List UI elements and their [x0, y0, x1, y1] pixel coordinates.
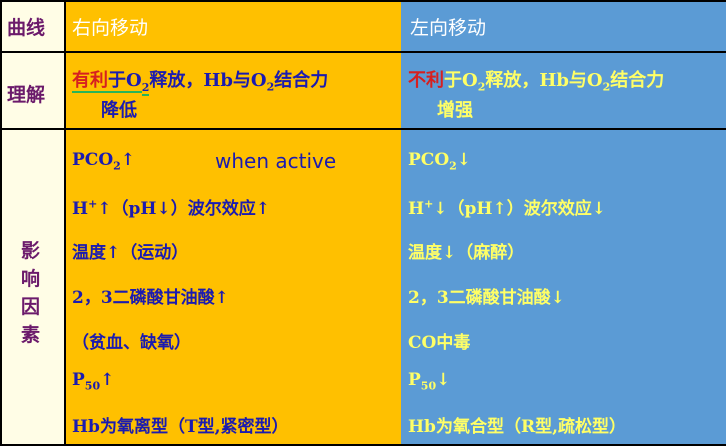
understanding-left-c: 结合力: [610, 70, 665, 91]
understanding-left-b: 释放，Hb与O: [485, 70, 603, 91]
right-pco2: PCO2↑: [72, 150, 135, 172]
comparison-table: 曲线 右向移动 左向移动 理解 有利于O2释放，Hb与O2结合力 降低 不利于O…: [0, 0, 726, 446]
left-h-ion: H+↓（pH↑）波尔效应↓: [408, 194, 606, 219]
grid-line-h1: [0, 51, 726, 53]
factors-label-char-1: 影: [21, 240, 41, 262]
right-temperature: 温度↑（运动）: [72, 243, 189, 263]
understanding-right-b: 释放，Hb与O: [149, 70, 267, 91]
left-dpg: 2，3二磷酸甘油酸↓: [408, 288, 565, 308]
right-dpg: 2，3二磷酸甘油酸↑: [72, 288, 229, 308]
right-hb-type: Hb为氧离型（T型,紧密型）: [72, 417, 289, 437]
understanding-right-c: 结合力: [274, 70, 329, 91]
up-arrow-icon: ↑: [100, 370, 115, 390]
left-pco2: PCO2↓: [408, 150, 471, 172]
understanding-right-a: 于O: [108, 70, 142, 93]
factors-label-char-3: 因: [21, 296, 41, 318]
favorable-text: 有利: [72, 70, 108, 93]
understanding-right-line1: 有利于O2释放，Hb与O2结合力: [72, 66, 329, 96]
right-h-ion: H+↑（pH↓）波尔效应↑: [72, 194, 270, 219]
right-anemia: （贫血、缺氧）: [72, 333, 191, 353]
right-p50-sub: 50: [84, 379, 101, 393]
left-temperature: 温度↓（麻醉）: [408, 243, 525, 263]
right-h-text: H: [72, 199, 89, 219]
right-p50-text: P: [72, 370, 85, 390]
understanding-left-a: 于O: [444, 70, 478, 91]
left-pco2-sub: 2: [449, 159, 457, 173]
unfavorable-text: 不利: [408, 70, 444, 91]
left-co-poisoning: CO中毒: [408, 333, 471, 353]
factors-label-char-2: 响: [21, 268, 41, 290]
understanding-right-line2: 降低: [101, 100, 137, 121]
down-arrow-icon: ↓: [456, 150, 472, 170]
header-right-move: 右向移动: [72, 17, 149, 39]
left-p50-sub: 50: [420, 379, 437, 393]
right-h-rest: ↑（pH↓）波尔效应↑: [97, 199, 270, 219]
grid-line-top: [0, 0, 726, 2]
down-arrow-icon: ↓: [436, 370, 451, 390]
left-p50: P50↓: [408, 370, 450, 392]
understanding-left-line2: 增强: [437, 100, 473, 121]
left-h-text: H: [408, 199, 425, 219]
header-label: 曲线: [7, 17, 46, 39]
header-left-move: 左向移动: [410, 17, 487, 39]
grid-line-h2: [0, 128, 726, 130]
factors-label-char-4: 素: [21, 324, 41, 346]
left-h-rest: ↓（pH↑）波尔效应↓: [433, 199, 606, 219]
left-pco2-text: PCO: [408, 150, 450, 170]
right-p50: P50↑: [72, 370, 114, 392]
up-arrow-icon: ↑: [120, 150, 136, 170]
left-hb-type: Hb为氧合型（R型,疏松型）: [408, 417, 626, 437]
grid-line-left: [0, 0, 2, 446]
left-p50-text: P: [408, 370, 421, 390]
left-h-sup: +: [424, 197, 434, 211]
grid-line-v1: [64, 0, 66, 446]
right-pco2-text: PCO: [72, 150, 114, 170]
right-h-sup: +: [88, 197, 98, 211]
understanding-label: 理解: [7, 84, 46, 106]
right-pco2-sub: 2: [113, 159, 121, 173]
understanding-left-line1: 不利于O2释放，Hb与O2结合力: [408, 66, 664, 94]
when-active-note: when active: [215, 149, 337, 173]
